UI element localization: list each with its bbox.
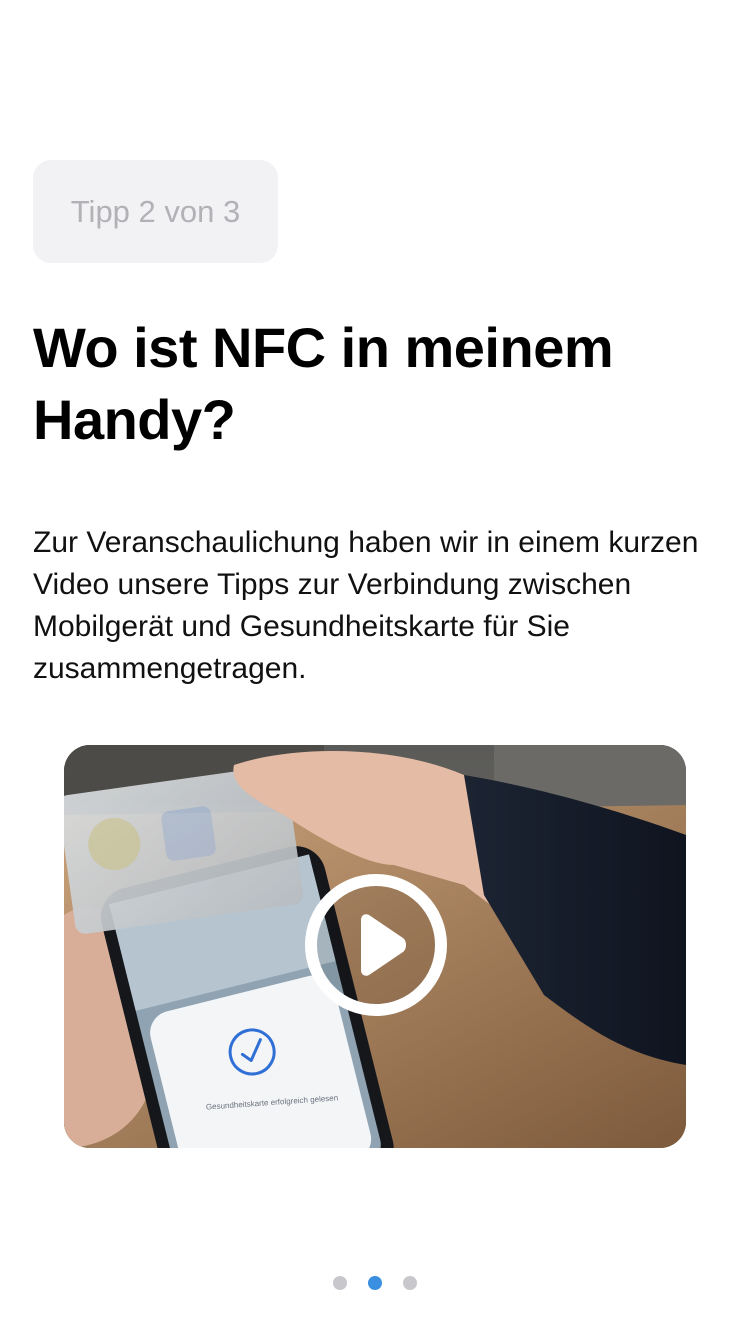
tip-counter-label: Tipp 2 von 3 xyxy=(70,193,241,229)
tip-counter-badge: Tipp 2 von 3 xyxy=(33,160,278,263)
play-icon xyxy=(305,874,447,1016)
description-text: Zur Veranschaulichung haben wir in einem… xyxy=(33,526,699,685)
page-indicator xyxy=(0,1273,750,1293)
page-dot-1[interactable] xyxy=(333,1276,347,1290)
page-dot-3[interactable] xyxy=(403,1276,417,1290)
page-dot-2[interactable] xyxy=(368,1276,382,1290)
video-player[interactable]: Gesundheitskarte erfolgreich gelesen xyxy=(64,745,686,1148)
play-button[interactable] xyxy=(303,872,449,1018)
page-title: Wo ist NFC in meinem Handy? xyxy=(33,316,614,451)
